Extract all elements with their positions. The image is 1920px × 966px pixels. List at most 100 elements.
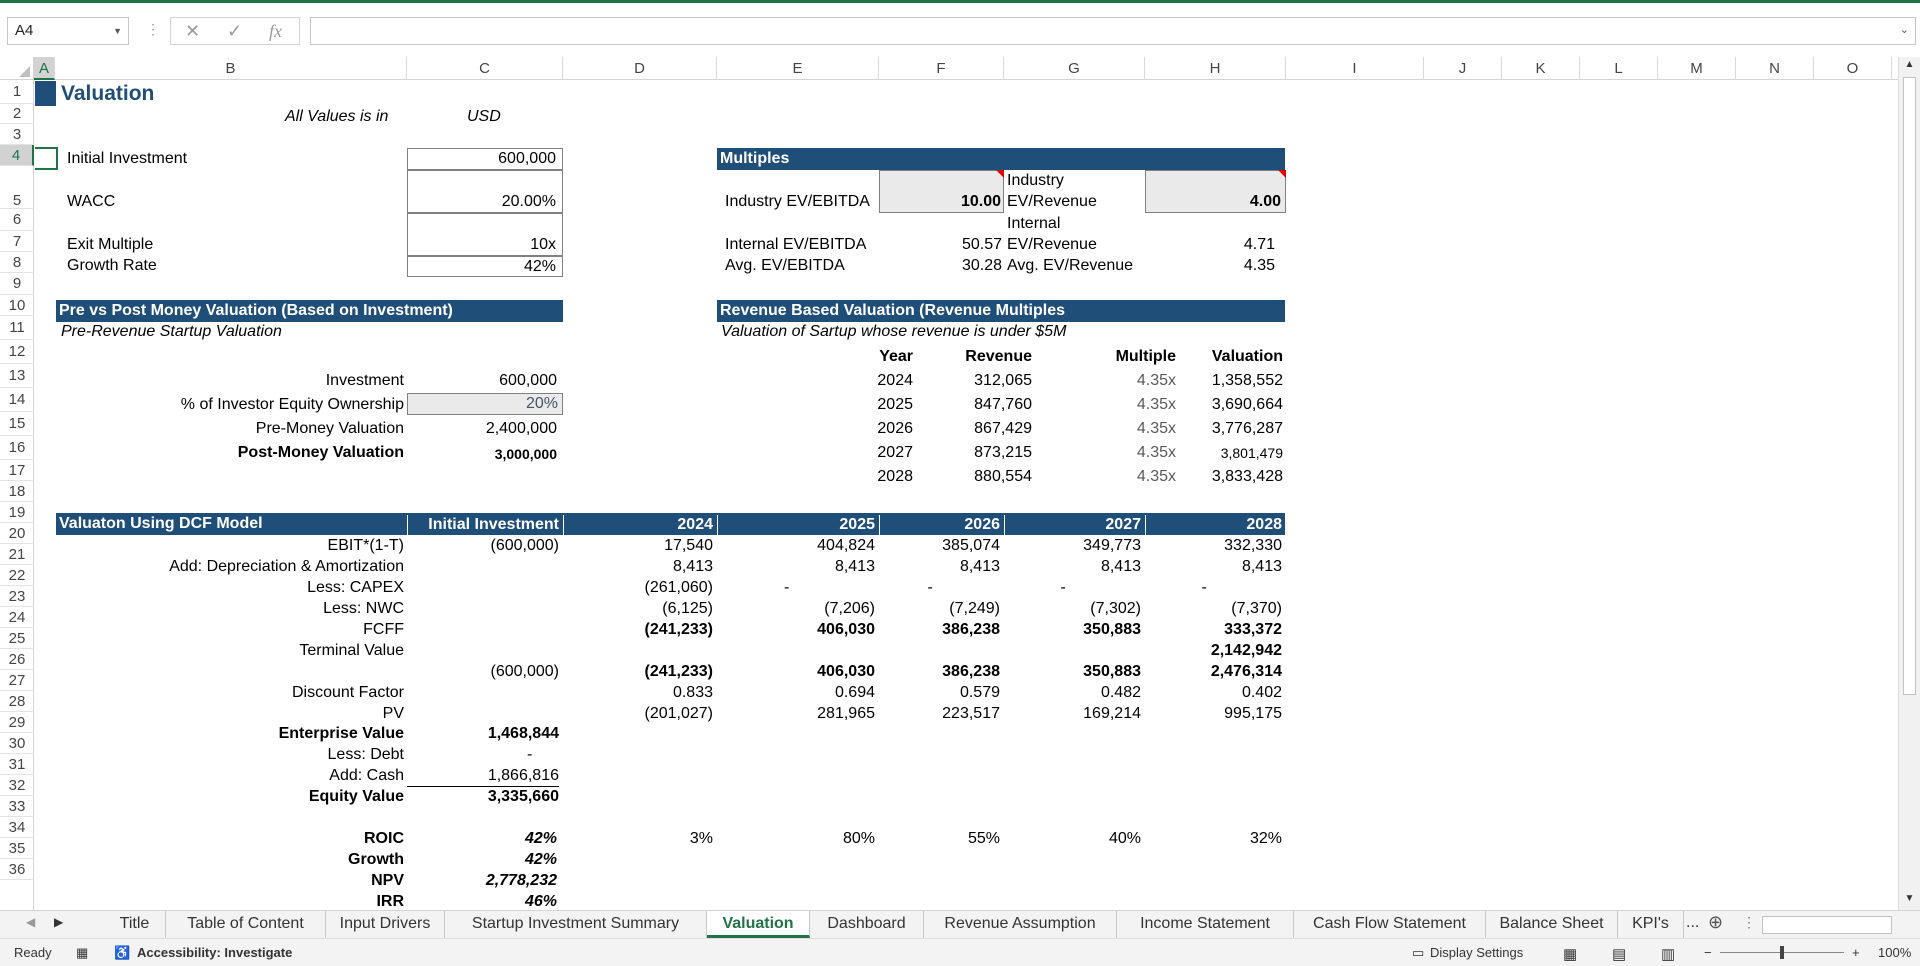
chevron-down-icon[interactable]: ▼ xyxy=(113,18,122,44)
row-header-18[interactable]: 18 xyxy=(0,481,34,502)
row-header-11[interactable]: 11 xyxy=(0,316,34,340)
zoom-slider-thumb[interactable] xyxy=(1780,946,1784,959)
previous-sheet-icon[interactable]: ◀ xyxy=(26,915,35,929)
worksheet-grid[interactable]: Valuation All Values is in USD Initial I… xyxy=(35,80,1898,910)
initial-investment-input[interactable]: 600,000 xyxy=(407,148,563,170)
row-header-3[interactable]: 3 xyxy=(0,124,34,145)
page-layout-icon[interactable]: ▤ xyxy=(1612,945,1626,963)
column-header-n[interactable]: N xyxy=(1736,57,1814,80)
row-header-34[interactable]: 34 xyxy=(0,817,34,838)
cancel-icon[interactable]: ✕ xyxy=(185,21,200,42)
column-header-a[interactable]: A xyxy=(34,57,55,80)
row-header-7[interactable]: 7 xyxy=(0,231,34,252)
tab-title[interactable]: Title xyxy=(104,911,166,938)
row-header-9[interactable]: 9 xyxy=(0,273,34,295)
zoom-in-icon[interactable]: + xyxy=(1852,945,1860,960)
column-header-i[interactable]: I xyxy=(1286,57,1424,80)
page-break-icon[interactable]: ▥ xyxy=(1661,945,1675,963)
column-header-b[interactable]: B xyxy=(55,57,407,80)
row-header-29[interactable]: 29 xyxy=(0,712,34,733)
row-header-33[interactable]: 33 xyxy=(0,796,34,817)
row-header-12[interactable]: 12 xyxy=(0,340,34,364)
column-header-c[interactable]: C xyxy=(407,57,563,80)
row-header-22[interactable]: 22 xyxy=(0,565,34,586)
vertical-scrollbar[interactable]: ▲ ▼ xyxy=(1898,57,1920,910)
next-sheet-icon[interactable]: ▶ xyxy=(54,915,63,929)
insert-function-icon[interactable]: fx xyxy=(269,21,282,42)
scrollbar-thumb[interactable] xyxy=(1903,77,1916,695)
row-header-30[interactable]: 30 xyxy=(0,733,34,754)
formula-input[interactable]: ⌄ xyxy=(310,17,1916,45)
row-header-20[interactable]: 20 xyxy=(0,523,34,544)
tab-table-of-content[interactable]: Table of Content xyxy=(166,911,326,938)
enter-icon[interactable]: ✓ xyxy=(227,21,242,42)
macro-record-icon[interactable]: ▦ xyxy=(76,945,88,961)
scroll-down-icon[interactable]: ▼ xyxy=(1902,893,1917,908)
tab-balance-sheet[interactable]: Balance Sheet xyxy=(1486,911,1618,938)
horizontal-scrollbar[interactable] xyxy=(1762,916,1892,934)
more-tabs[interactable]: ... xyxy=(1686,914,1699,932)
tab-input-drivers[interactable]: Input Drivers xyxy=(326,911,445,938)
wacc-input[interactable]: 20.00% xyxy=(407,170,563,213)
row-header-25[interactable]: 25 xyxy=(0,628,34,649)
row-header-1[interactable]: 1 xyxy=(0,80,34,104)
display-settings[interactable]: Display Settings xyxy=(1430,945,1523,960)
exit-multiple-input[interactable]: 10x xyxy=(407,213,563,256)
tab-kpi-s[interactable]: KPI's xyxy=(1618,911,1684,938)
more-options-icon[interactable]: ⋮ xyxy=(146,21,160,38)
row-header-5[interactable]: 5 xyxy=(0,166,34,209)
row-header-24[interactable]: 24 xyxy=(0,607,34,628)
row-header-26[interactable]: 26 xyxy=(0,649,34,670)
expand-formula-icon[interactable]: ⌄ xyxy=(1900,23,1909,36)
industry-ev-ebitda-input[interactable]: 10.00 xyxy=(879,170,1004,213)
row-header-28[interactable]: 28 xyxy=(0,691,34,712)
row-header-21[interactable]: 21 xyxy=(0,544,34,565)
column-header-m[interactable]: M xyxy=(1658,57,1736,80)
name-box[interactable]: A4 ▼ xyxy=(7,17,129,45)
column-header-o[interactable]: O xyxy=(1814,57,1892,80)
row-header-15[interactable]: 15 xyxy=(0,412,34,436)
tab-valuation[interactable]: Valuation xyxy=(707,911,810,938)
column-header-e[interactable]: E xyxy=(717,57,879,80)
row-header-23[interactable]: 23 xyxy=(0,586,34,607)
row-header-10[interactable]: 10 xyxy=(0,295,34,316)
equity-input[interactable]: 20% xyxy=(407,393,563,415)
add-sheet-icon[interactable]: ⊕ xyxy=(1708,912,1723,933)
column-header-h[interactable]: H xyxy=(1145,57,1286,80)
column-header-d[interactable]: D xyxy=(563,57,717,80)
growth-rate-input[interactable]: 42% xyxy=(407,256,563,277)
column-header-l[interactable]: L xyxy=(1580,57,1658,80)
row-header-13[interactable]: 13 xyxy=(0,364,34,388)
tab-options-icon[interactable]: ⋮ xyxy=(1742,914,1756,931)
column-header-f[interactable]: F xyxy=(879,57,1004,80)
row-header-35[interactable]: 35 xyxy=(0,838,34,859)
tab-income-statement[interactable]: Income Statement xyxy=(1117,911,1294,938)
row-header-31[interactable]: 31 xyxy=(0,754,34,775)
row-header-32[interactable]: 32 xyxy=(0,775,34,796)
row-header-17[interactable]: 17 xyxy=(0,460,34,481)
industry-ev-rev-input[interactable]: 4.00 xyxy=(1145,170,1286,213)
row-header-4[interactable]: 4 xyxy=(0,145,34,166)
row-header-27[interactable]: 27 xyxy=(0,670,34,691)
tab-dashboard[interactable]: Dashboard xyxy=(810,911,924,938)
column-header-k[interactable]: K xyxy=(1502,57,1580,80)
select-all-button[interactable] xyxy=(0,57,34,80)
row-header-14[interactable]: 14 xyxy=(0,388,34,412)
row-header-36[interactable]: 36 xyxy=(0,859,34,880)
row-header-2[interactable]: 2 xyxy=(0,104,34,124)
scroll-up-icon[interactable]: ▲ xyxy=(1902,59,1917,74)
normal-view-icon[interactable]: ▦ xyxy=(1563,945,1577,963)
zoom-level[interactable]: 100% xyxy=(1878,945,1911,960)
tab-revenue-assumption[interactable]: Revenue Assumption xyxy=(924,911,1117,938)
tab-cash-flow-statement[interactable]: Cash Flow Statement xyxy=(1294,911,1486,938)
selected-cell[interactable] xyxy=(35,147,58,170)
column-header-g[interactable]: G xyxy=(1004,57,1145,80)
row-header-19[interactable]: 19 xyxy=(0,502,34,523)
row-header-8[interactable]: 8 xyxy=(0,252,34,273)
column-header-j[interactable]: J xyxy=(1424,57,1502,80)
row-header-6[interactable]: 6 xyxy=(0,209,34,231)
accessibility-status[interactable]: Accessibility: Investigate xyxy=(137,945,292,960)
zoom-out-icon[interactable]: − xyxy=(1704,945,1712,960)
tab-startup-investment-summary[interactable]: Startup Investment Summary xyxy=(445,911,707,938)
row-header-16[interactable]: 16 xyxy=(0,436,34,460)
